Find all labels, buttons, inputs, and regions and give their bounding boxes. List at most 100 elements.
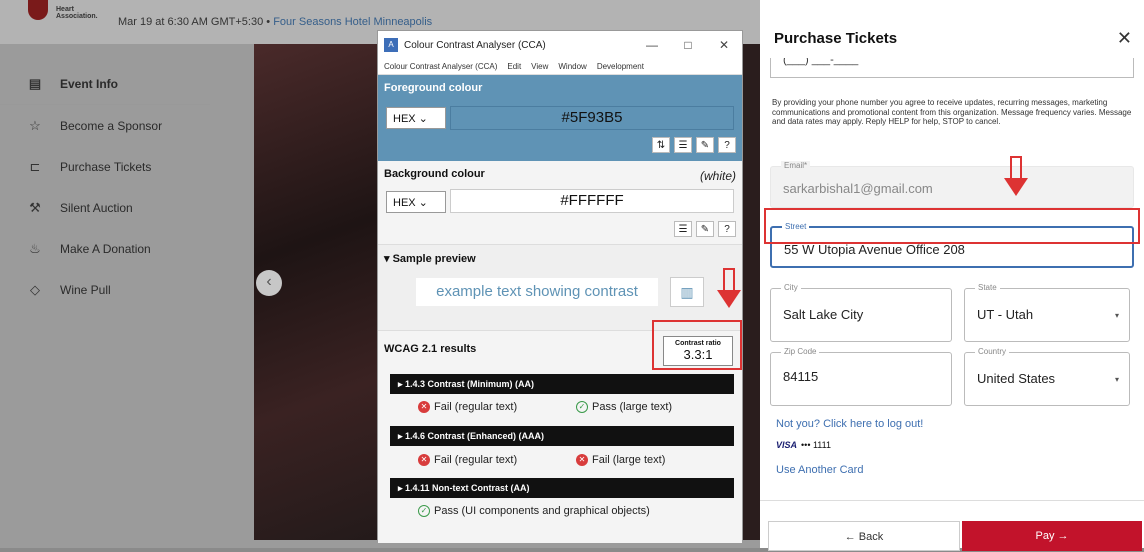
visa-logo-icon: VISA xyxy=(776,440,798,450)
country-label: Country xyxy=(975,347,1010,356)
heart-logo-icon xyxy=(28,0,48,20)
street-value: 55 W Utopia Avenue Office 208 xyxy=(784,242,965,257)
result-1-4-3-large: ✓ Pass (large text) xyxy=(576,401,672,413)
annotation-arrow-down-icon xyxy=(717,268,741,308)
cca-title-bar: A Colour Contrast Analyser (CCA) — □ ✕ xyxy=(378,31,742,59)
foreground-hex-input[interactable]: #5F93B5 xyxy=(450,106,734,130)
event-details: Mar 19 at 6:30 AM GMT+5:30 • Four Season… xyxy=(118,16,432,28)
help-icon[interactable]: ? xyxy=(718,221,736,237)
zip-code-value: 84115 xyxy=(783,369,819,384)
sample-preview-section: ▾ Sample preview example text showing co… xyxy=(378,245,742,331)
carousel-prev-button[interactable]: ‹ xyxy=(256,270,282,296)
background-label: Background colour xyxy=(384,168,485,180)
background-hex-input[interactable]: #FFFFFF xyxy=(450,189,734,213)
zip-code-input[interactable]: Zip Code 84115 xyxy=(770,347,952,406)
pass-icon: ✓ xyxy=(576,401,588,413)
purchase-tickets-panel: Purchase Tickets ✕ (___) ___-____ By pro… xyxy=(760,0,1144,551)
sidebar-item-label: Purchase Tickets xyxy=(60,159,152,174)
sidebar-item-label: Silent Auction xyxy=(60,200,133,215)
eyedropper-icon[interactable]: ✎ xyxy=(696,137,714,153)
result-1-4-3-regular: ✕ Fail (regular text) xyxy=(418,401,517,413)
city-value: Salt Lake City xyxy=(783,307,864,322)
result-text: Fail (regular text) xyxy=(434,454,518,466)
event-separator: • xyxy=(266,16,271,28)
cca-window-title: Colour Contrast Analyser (CCA) xyxy=(404,39,546,51)
event-venue-link[interactable]: Four Seasons Hotel Minneapolis xyxy=(273,16,432,28)
annotation-arrow-down-icon xyxy=(1004,156,1028,196)
sidebar-item-label: Event Info xyxy=(60,77,119,91)
criterion-1-4-11-toggle[interactable]: ▸ 1.4.11 Non-text Contrast (AA) xyxy=(390,478,734,498)
sidebar-item-silent-auction[interactable]: ⚒ Silent Auction xyxy=(0,187,210,228)
panel-form: (___) ___-____ By providing your phone n… xyxy=(760,58,1144,498)
pass-icon: ✓ xyxy=(418,505,430,517)
saved-card: VISA ••• 1111 xyxy=(776,440,831,450)
pay-button[interactable]: Pay → xyxy=(962,521,1142,551)
result-text: Pass (large text) xyxy=(592,401,673,413)
result-1-4-6-regular: ✕ Fail (regular text) xyxy=(418,454,517,466)
gavel-icon: ⚒ xyxy=(29,199,41,215)
sidebar-item-label: Wine Pull xyxy=(60,282,111,297)
email-label: Email* xyxy=(781,161,811,170)
chart-icon[interactable]: ▥ xyxy=(670,277,704,307)
sliders-icon[interactable]: ☰ xyxy=(674,137,692,153)
logout-link[interactable]: Not you? Click here to log out! xyxy=(776,418,923,430)
state-label: State xyxy=(975,283,1000,292)
event-datetime: Mar 19 at 6:30 AM GMT+5:30 xyxy=(118,16,264,28)
logo-text: Heart Association. xyxy=(56,6,98,20)
foreground-section: Foreground colour HEX ⌄ #5F93B5 ⇅ ☰ ✎ ? xyxy=(378,75,742,161)
minimize-button[interactable]: — xyxy=(634,38,670,52)
close-icon[interactable]: ✕ xyxy=(1117,28,1132,49)
close-button[interactable]: ✕ xyxy=(706,38,742,52)
eyedropper-icon[interactable]: ✎ xyxy=(696,221,714,237)
menu-app[interactable]: Colour Contrast Analyser (CCA) xyxy=(384,62,497,71)
event-sidebar: ▤ Event Info ☆ Become a Sponsor ⊏ Purcha… xyxy=(0,64,210,310)
foreground-label: Foreground colour xyxy=(384,82,483,94)
menu-development[interactable]: Development xyxy=(597,62,644,71)
card-last-digits: ••• 1111 xyxy=(801,440,831,450)
country-select[interactable]: Country United States ▾ xyxy=(964,347,1130,406)
criterion-1-4-3-toggle[interactable]: ▸ 1.4.3 Contrast (Minimum) (AA) xyxy=(390,374,734,394)
back-button[interactable]: ← Back xyxy=(768,521,960,551)
menu-window[interactable]: Window xyxy=(558,62,586,71)
star-icon: ☆ xyxy=(29,117,41,133)
phone-field[interactable]: (___) ___-____ xyxy=(770,58,1134,78)
result-1-4-6-large: ✕ Fail (large text) xyxy=(576,454,665,466)
city-input[interactable]: City Salt Lake City xyxy=(770,283,952,342)
sidebar-item-label: Become a Sponsor xyxy=(60,118,163,133)
sidebar-item-make-donation[interactable]: ♨ Make A Donation xyxy=(0,228,210,269)
foreground-format-select[interactable]: HEX ⌄ xyxy=(386,107,446,129)
result-text: Pass (UI components and graphical object… xyxy=(434,505,650,517)
menu-edit[interactable]: Edit xyxy=(507,62,521,71)
background-format-select[interactable]: HEX ⌄ xyxy=(386,191,446,213)
menu-view[interactable]: View xyxy=(531,62,548,71)
background-colour-name: (white) xyxy=(699,169,736,183)
sliders-icon[interactable]: ☰ xyxy=(674,221,692,237)
criterion-1-4-6-toggle[interactable]: ▸ 1.4.6 Contrast (Enhanced) (AAA) xyxy=(390,426,734,446)
zip-code-label: Zip Code xyxy=(781,347,820,356)
event-photo-edge xyxy=(740,44,760,540)
annotation-contrast-highlight xyxy=(652,320,742,370)
help-icon[interactable]: ? xyxy=(718,137,736,153)
colour-contrast-analyser-window: A Colour Contrast Analyser (CCA) — □ ✕ C… xyxy=(377,30,743,543)
state-value: UT - Utah xyxy=(977,307,1034,322)
cca-app-icon: A xyxy=(384,38,398,52)
city-label: City xyxy=(781,283,801,292)
panel-title: Purchase Tickets xyxy=(774,30,898,47)
sms-consent-text: By providing your phone number you agree… xyxy=(772,98,1132,126)
donation-icon: ♨ xyxy=(29,240,41,256)
result-text: Fail (regular text) xyxy=(434,401,518,413)
tag-icon: ◇ xyxy=(30,281,40,297)
use-another-card-link[interactable]: Use Another Card xyxy=(776,464,863,476)
sidebar-item-purchase-tickets[interactable]: ⊏ Purchase Tickets xyxy=(0,146,210,187)
state-select[interactable]: State UT - Utah ▾ xyxy=(964,283,1130,342)
sidebar-item-wine-pull[interactable]: ◇ Wine Pull xyxy=(0,269,210,310)
swap-colours-icon[interactable]: ⇅ xyxy=(652,137,670,153)
fail-icon: ✕ xyxy=(418,401,430,413)
wcag-results-label: WCAG 2.1 results xyxy=(384,343,477,355)
sidebar-item-become-sponsor[interactable]: ☆ Become a Sponsor xyxy=(0,105,210,146)
sidebar-item-event-info[interactable]: ▤ Event Info xyxy=(0,64,210,105)
fail-icon: ✕ xyxy=(576,454,588,466)
sample-preview-toggle[interactable]: ▾ Sample preview xyxy=(384,252,476,265)
fail-icon: ✕ xyxy=(418,454,430,466)
maximize-button[interactable]: □ xyxy=(670,38,706,52)
